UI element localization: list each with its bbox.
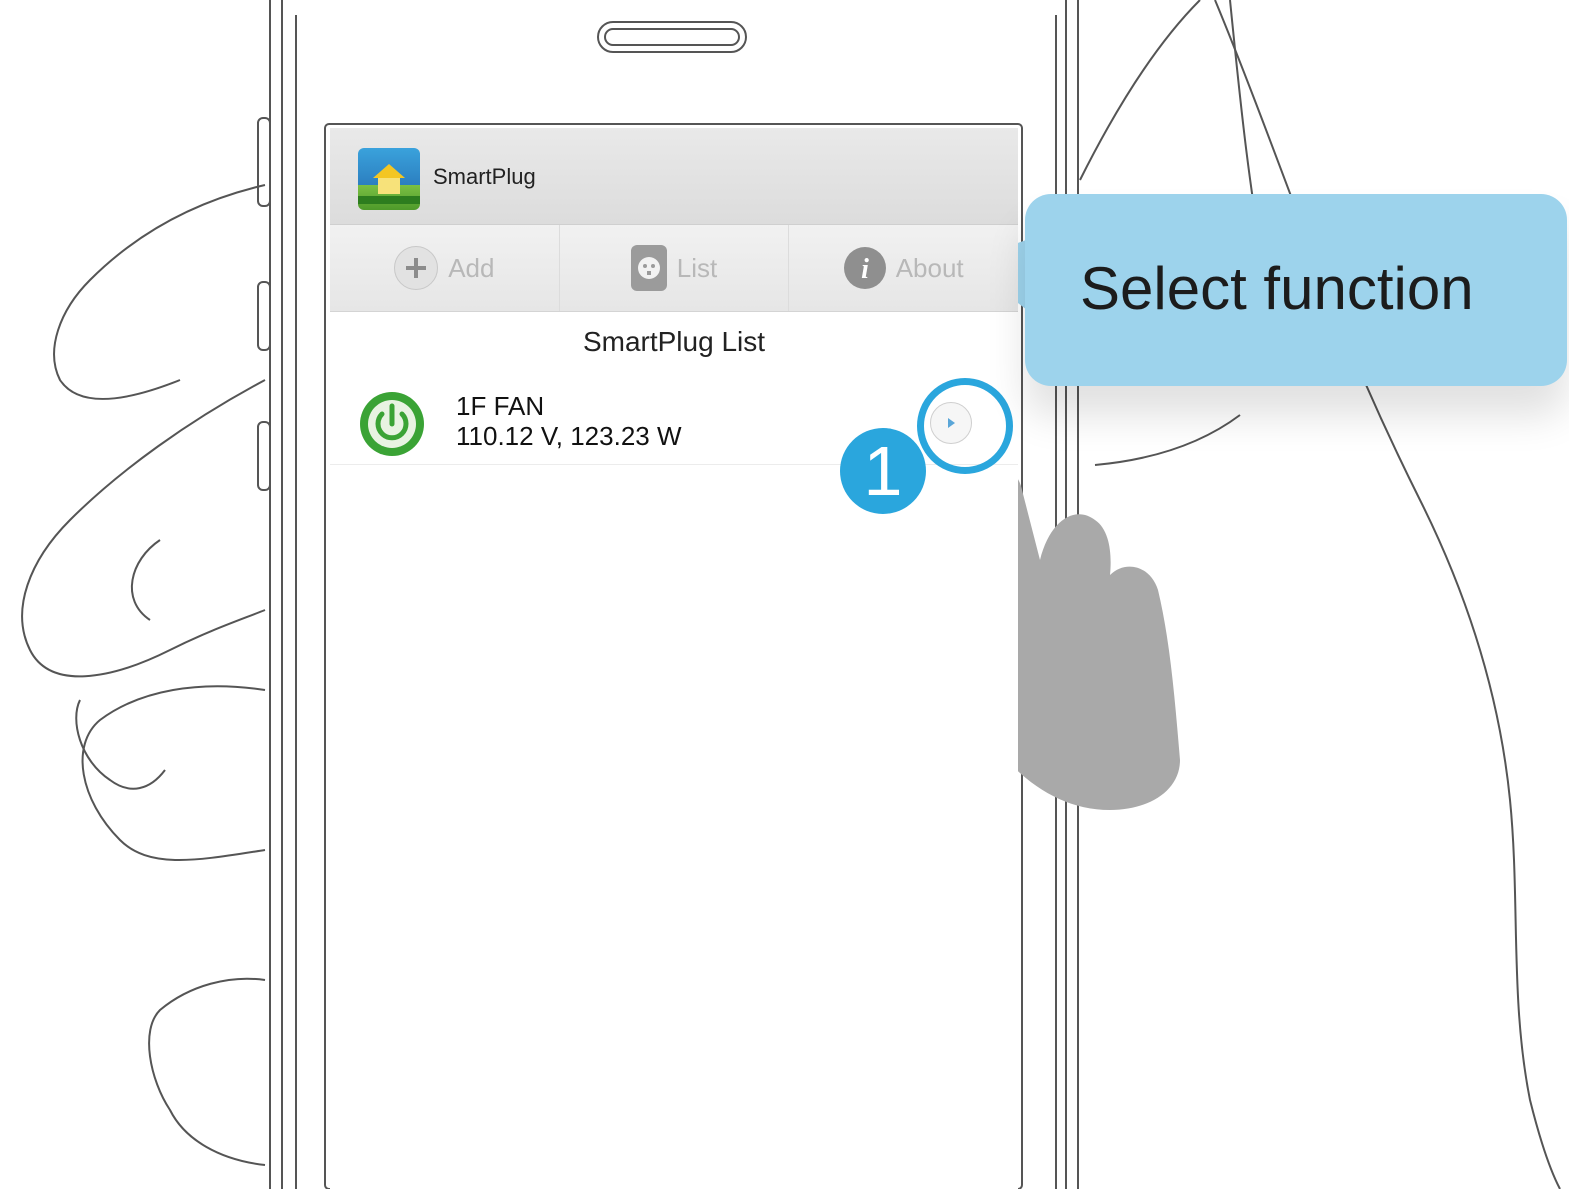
step-number-badge: 1 (840, 428, 926, 514)
plus-icon (394, 246, 439, 290)
tab-list-label: List (676, 252, 718, 283)
callout-text: Select function (1080, 255, 1474, 322)
smarthome-app-icon (358, 148, 420, 210)
house-body (378, 178, 400, 194)
phone-screen: SmartPlug Add List i About SmartPlug Lis… (330, 128, 1018, 1189)
house-icon (373, 164, 405, 178)
highlight-ring (917, 378, 1013, 474)
power-toggle[interactable] (358, 390, 426, 458)
app-title: SmartPlug (433, 164, 536, 189)
left-hand-outline (21, 184, 266, 1166)
tab-about-label: About (895, 252, 964, 283)
tab-list[interactable]: List (560, 225, 790, 311)
plug-icon (630, 245, 667, 291)
app-icon-band (358, 196, 420, 204)
tab-about[interactable]: i About (789, 225, 1018, 311)
power-icon (360, 392, 424, 456)
tab-add-label: Add (448, 252, 495, 283)
info-icon: i (843, 247, 886, 289)
callout-bubble: Select function (1025, 194, 1567, 386)
device-reading: 110.12 V, 123.23 W (456, 421, 682, 451)
list-heading: SmartPlug List (582, 326, 766, 357)
tab-bar: Add List i About (330, 225, 1018, 312)
svg-text:i: i (861, 254, 869, 285)
app-titlebar: SmartPlug (330, 128, 1018, 225)
device-name: 1F FAN (456, 391, 545, 421)
tab-add[interactable]: Add (330, 225, 560, 311)
